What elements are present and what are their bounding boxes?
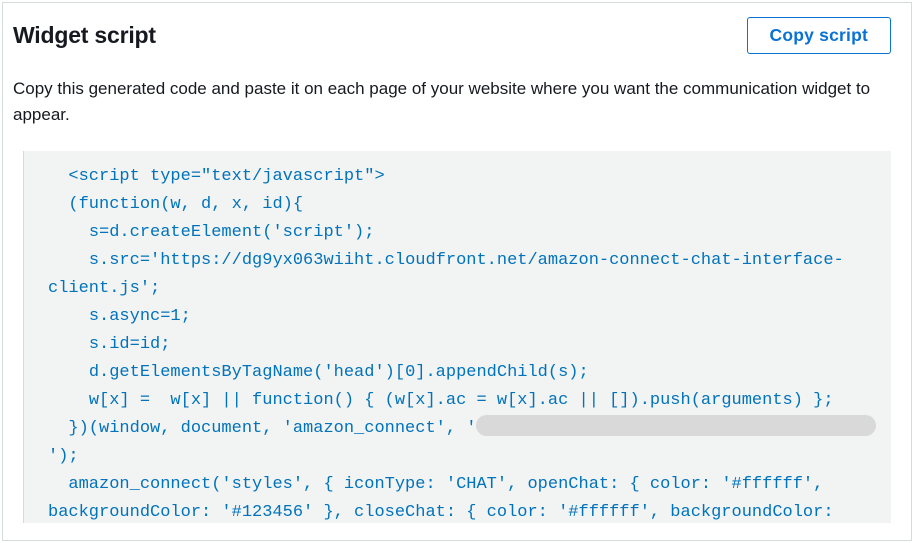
code-line: amazon_connect('styles', { iconType: 'CH… bbox=[48, 475, 844, 522]
redacted-id bbox=[476, 415, 876, 436]
code-line: s.async=1; bbox=[48, 307, 191, 326]
code-line: })(window, document, 'amazon_connect', ' bbox=[48, 419, 476, 438]
copy-script-button[interactable]: Copy script bbox=[747, 17, 891, 54]
code-line: d.getElementsByTagName('head')[0].append… bbox=[48, 363, 589, 382]
panel-title: Widget script bbox=[13, 22, 156, 49]
code-line: (function(w, d, x, id){ bbox=[48, 195, 303, 214]
code-line: s.src='https://dg9yx063wiiht.cloudfront.… bbox=[48, 251, 844, 298]
widget-script-panel: Widget script Copy script Copy this gene… bbox=[2, 2, 912, 541]
panel-header: Widget script Copy script bbox=[3, 3, 911, 54]
panel-description: Copy this generated code and paste it on… bbox=[3, 54, 911, 129]
code-line: s=d.createElement('script'); bbox=[48, 223, 374, 242]
code-line: '); bbox=[48, 447, 79, 466]
code-line: s.id=id; bbox=[48, 335, 170, 354]
code-block[interactable]: <script type="text/javascript"> (functio… bbox=[23, 151, 891, 523]
code-line: <script type="text/javascript"> bbox=[48, 167, 385, 186]
code-line: w[x] = w[x] || function() { (w[x].ac = w… bbox=[48, 391, 834, 410]
